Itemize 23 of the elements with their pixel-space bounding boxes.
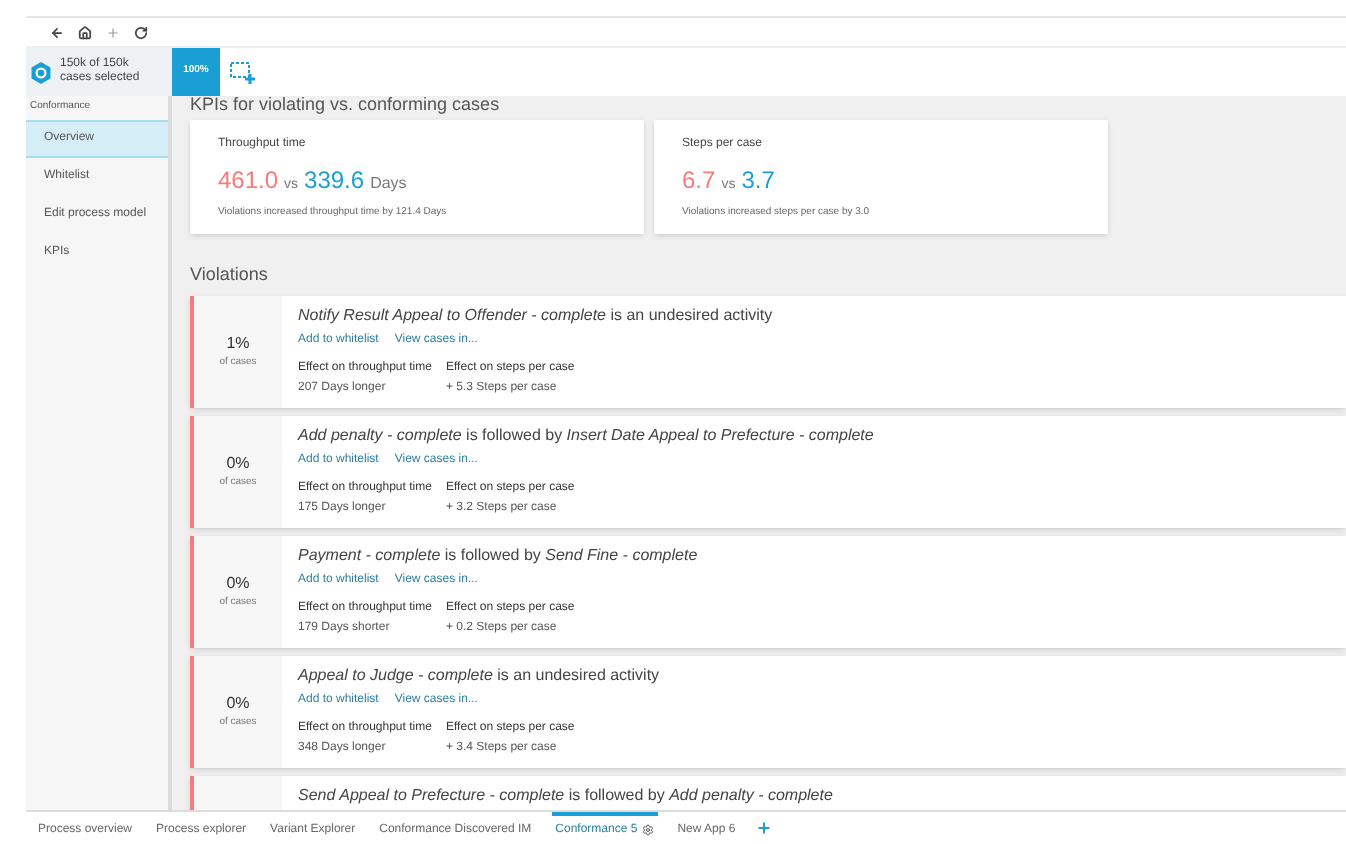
case-percent: 0% [226,572,250,596]
conforming-value: 3.7 [741,163,775,197]
selection-add-icon[interactable] [230,62,258,84]
violation-title: Notify Result Appeal to Offender - complete is an undesired activity [298,304,773,328]
case-percent: 0% [226,692,250,716]
unit-label: Days [370,171,407,195]
case-percent: 0% [226,452,250,476]
section-title: KPIs for violating vs. conforming cases [190,96,502,118]
refresh-icon[interactable] [134,25,148,39]
violation-title: Add penalty - complete is followed by Insert Date Appeal to Prefecture - complete [298,424,874,448]
violation-title: Send Appeal to Prefecture - complete is followed by Add penalty - complete [298,784,833,808]
violating-value: 6.7 [682,163,716,197]
case-percent: 1% [226,332,250,356]
back-icon[interactable] [50,25,64,39]
section-title: Violations [190,261,270,287]
settings-icon[interactable] [641,824,654,836]
logo-icon [30,61,52,83]
conforming-value: 339.6 [304,163,365,197]
add-tab-icon[interactable] [755,820,772,836]
violating-value: 461.0 [218,163,279,197]
violation-title: Payment - complete is followed by Send Fine - complete [298,544,698,568]
violation-title: Appeal to Judge - complete is an undesired activity [298,664,660,688]
home-icon[interactable] [78,25,92,39]
